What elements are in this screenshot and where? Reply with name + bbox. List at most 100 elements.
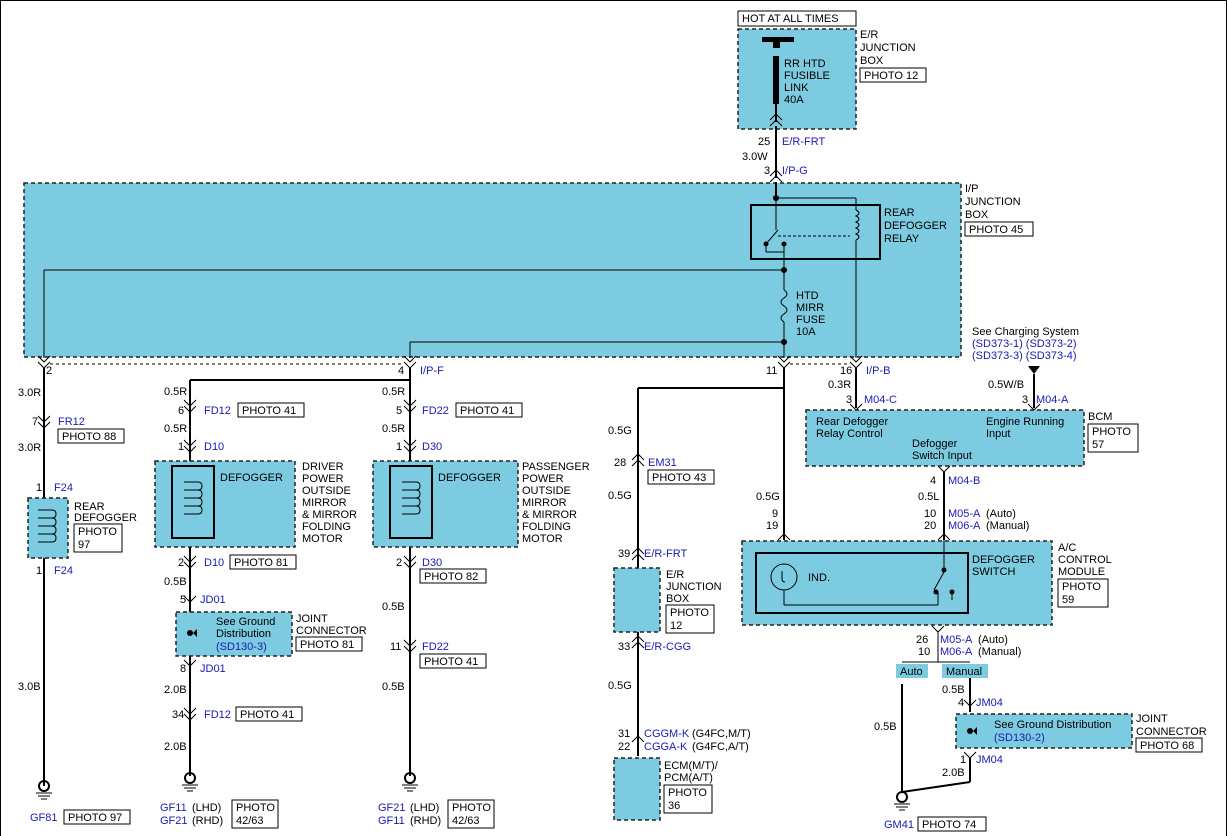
svg-text:REAR: REAR [884,207,915,219]
svg-text:19: 19 [766,520,778,532]
svg-text:GF21: GF21 [378,802,406,814]
svg-text:I/P: I/P [965,183,978,195]
svg-text:(RHD): (RHD) [192,815,223,827]
svg-text:39: 39 [618,548,630,560]
svg-text:1: 1 [396,441,402,453]
svg-text:FOLDING: FOLDING [302,521,351,533]
svg-text:M04-A: M04-A [1036,394,1069,406]
svg-text:Manual: Manual [946,666,982,678]
svg-text:2.0B: 2.0B [164,684,187,696]
svg-text:7: 7 [32,416,38,428]
svg-text:(Manual): (Manual) [986,520,1029,532]
svg-text:JUNCTION: JUNCTION [965,196,1021,208]
svg-text:Auto: Auto [900,666,923,678]
svg-text:HTD: HTD [796,290,819,302]
svg-text:(SD130-2): (SD130-2) [994,732,1045,744]
svg-text:A/C: A/C [1058,542,1076,554]
svg-text:1: 1 [36,565,42,577]
svg-text:GF81: GF81 [30,812,58,824]
svg-text:(LHD): (LHD) [410,802,439,814]
svg-text:POWER: POWER [522,473,564,485]
rear-defogger-element [27,497,69,559]
svg-text:CGGM-K: CGGM-K [644,728,690,740]
svg-text:PHOTO 74: PHOTO 74 [922,819,976,831]
svg-text:RELAY: RELAY [884,233,920,245]
svg-text:JOINT: JOINT [1136,713,1168,725]
svg-text:59: 59 [1062,594,1074,606]
svg-text:10: 10 [924,508,936,520]
svg-text:PHOTO 82: PHOTO 82 [424,571,478,583]
er-junction-box-ecm [613,567,661,633]
svg-text:M06-A: M06-A [948,520,981,532]
svg-text:6: 6 [178,405,184,417]
svg-text:0.5G: 0.5G [756,491,780,503]
ground-icon [894,791,910,811]
svg-text:MODULE: MODULE [1058,566,1105,578]
svg-text:0.5R: 0.5R [382,423,405,435]
svg-text:(RHD): (RHD) [410,815,441,827]
svg-text:CONNECTOR: CONNECTOR [1136,726,1207,738]
svg-text:D30: D30 [422,557,442,569]
svg-text:PHOTO: PHOTO [236,802,275,814]
svg-text:PHOTO 97: PHOTO 97 [68,812,122,824]
svg-text:BOX: BOX [666,593,690,605]
svg-text:2: 2 [46,365,52,377]
svg-text:2.0B: 2.0B [164,741,187,753]
wiring-diagram: HOT AT ALL TIMES RR HTD FUSIBLE LINK 40A… [0,0,1227,836]
svg-text:CONTROL: CONTROL [1058,554,1112,566]
svg-text:PHOTO 43: PHOTO 43 [652,472,706,484]
svg-text:SWITCH: SWITCH [972,566,1015,578]
svg-text:4: 4 [930,475,936,487]
svg-text:& MIRROR: & MIRROR [522,509,577,521]
svg-text:34: 34 [172,709,184,721]
svg-text:PHOTO 45: PHOTO 45 [969,224,1023,236]
svg-text:CGGA-K: CGGA-K [644,741,688,753]
svg-text:F24: F24 [54,565,73,577]
svg-text:(SD130-3): (SD130-3) [216,641,267,653]
svg-text:0.5G: 0.5G [608,490,632,502]
svg-text:(Auto): (Auto) [986,508,1016,520]
svg-text:0.5R: 0.5R [164,423,187,435]
svg-text:MIRROR: MIRROR [522,497,567,509]
svg-text:PHOTO 12: PHOTO 12 [864,70,918,82]
svg-text:MOTOR: MOTOR [302,533,343,545]
svg-text:See Ground Distribution: See Ground Distribution [994,719,1111,731]
svg-text:31: 31 [618,728,630,740]
svg-text:FUSE: FUSE [796,314,825,326]
svg-text:E/R: E/R [860,29,878,41]
svg-text:1: 1 [36,482,42,494]
svg-text:3: 3 [764,165,770,177]
svg-text:(G4FC,M/T): (G4FC,M/T) [692,728,751,740]
svg-text:M06-A: M06-A [940,646,973,658]
svg-text:GF11: GF11 [378,815,405,827]
svg-text:E/R-CGG: E/R-CGG [644,641,691,653]
svg-text:9: 9 [772,508,778,520]
svg-text:M05-A: M05-A [948,508,981,520]
svg-text:PHOTO 41: PHOTO 41 [242,405,296,417]
svg-text:OUTSIDE: OUTSIDE [522,485,571,497]
svg-text:I/P-G: I/P-G [782,165,808,177]
svg-text:0.5L: 0.5L [918,491,939,503]
svg-text:0.5R: 0.5R [382,386,405,398]
svg-text:12: 12 [670,620,682,632]
svg-text:GM41: GM41 [884,819,914,831]
svg-text:DEFOGGER: DEFOGGER [972,554,1035,566]
svg-text:(LHD): (LHD) [192,802,221,814]
svg-text:Relay Control: Relay Control [816,428,883,440]
svg-text:ECM(M/T)/: ECM(M/T)/ [664,760,719,772]
svg-text:4: 4 [958,697,964,709]
svg-text:E/R-FRT: E/R-FRT [644,548,687,560]
svg-text:DEFOGGER: DEFOGGER [884,220,947,232]
svg-text:PHOTO: PHOTO [78,526,117,538]
svg-text:FD12: FD12 [204,709,231,721]
svg-text:F24: F24 [54,482,73,494]
svg-text:Switch Input: Switch Input [912,450,972,462]
svg-text:FOLDING: FOLDING [522,521,571,533]
svg-text:See Ground: See Ground [216,616,275,628]
svg-text:PHOTO 41: PHOTO 41 [460,405,514,417]
hot-at-all-times-label: HOT AT ALL TIMES [742,13,839,25]
svg-text:Defogger: Defogger [912,438,958,450]
svg-text:42/63: 42/63 [236,815,264,827]
svg-text:PHOTO 81: PHOTO 81 [300,639,354,651]
svg-text:PHOTO: PHOTO [1062,581,1101,593]
